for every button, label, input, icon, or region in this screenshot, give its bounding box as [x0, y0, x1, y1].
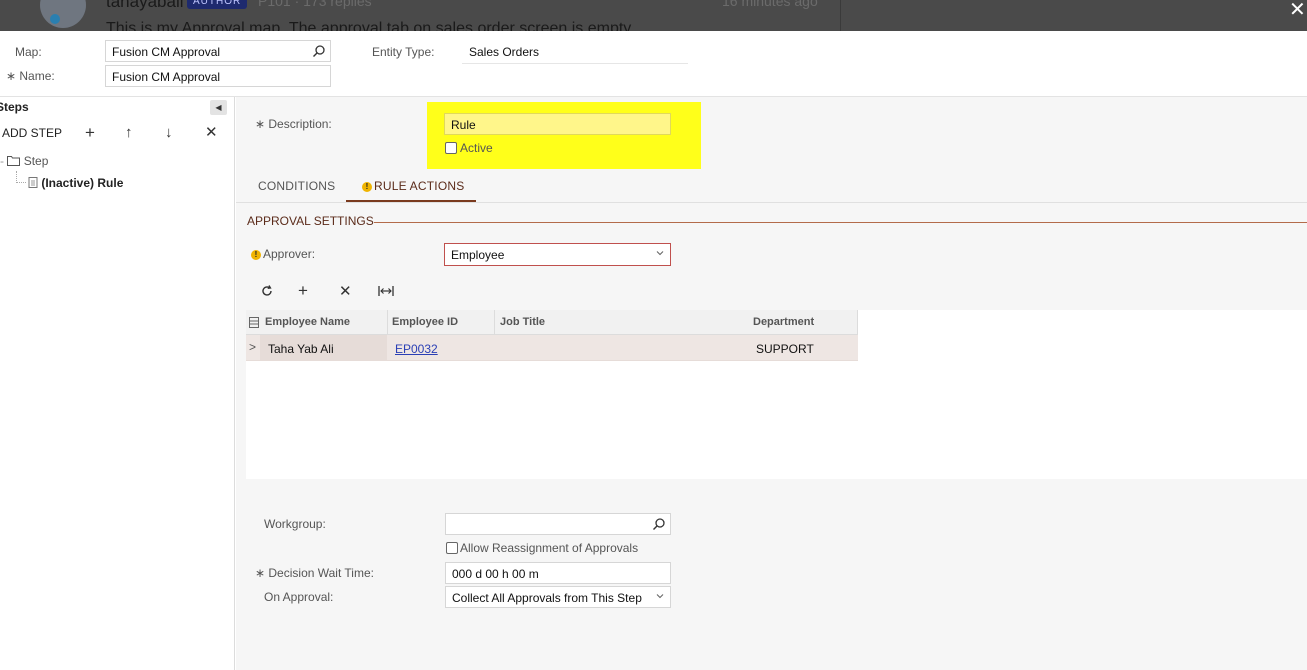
delete-row-icon[interactable]: ✕	[339, 283, 352, 300]
required-marker: ∗	[6, 69, 20, 83]
map-label: Map:	[15, 45, 42, 59]
active-checkbox[interactable]	[445, 142, 457, 154]
required-marker: ∗	[255, 566, 269, 580]
column-header-department[interactable]: Department	[753, 316, 814, 328]
move-up-icon[interactable]: ↑	[125, 124, 133, 141]
add-row-icon[interactable]: +	[298, 282, 308, 299]
on-approval-dropdown[interactable]: Collect All Approvals from This Step	[445, 586, 671, 608]
approval-settings-title: APPROVAL SETTINGS	[247, 214, 374, 228]
chevron-down-icon	[656, 251, 664, 256]
tree-connector	[16, 171, 26, 183]
add-step-button[interactable]: ADD STEP	[2, 126, 62, 140]
grid-header: Employee Name Employee ID Job Title Depa…	[246, 310, 858, 335]
cell-department: SUPPORT	[756, 342, 814, 356]
tree-item-step[interactable]: - Step	[0, 154, 48, 168]
column-divider	[494, 310, 495, 335]
on-approval-value: Collect All Approvals from This Step	[452, 591, 642, 605]
description-label: ∗ Description:	[255, 117, 332, 131]
approver-label-text: Approver:	[263, 247, 316, 261]
decision-wait-label: ∗ Decision Wait Time:	[255, 566, 374, 580]
refresh-icon[interactable]	[260, 284, 274, 298]
workgroup-field[interactable]	[445, 513, 671, 535]
warning-icon: !	[362, 182, 372, 192]
decision-wait-time-field[interactable]: 000 d 00 h 00 m	[445, 562, 671, 584]
tab-rule-actions[interactable]: ! RULE ACTIONS	[362, 179, 464, 193]
map-header: Map: Fusion CM Approval ∗ Name: Fusion C…	[0, 31, 1307, 97]
cell-employee-name: Taha Yab Ali	[268, 342, 334, 356]
column-header-employee-name[interactable]: Employee Name	[265, 316, 350, 328]
name-label: ∗ Name:	[6, 69, 55, 83]
author-badge: AUTHOR	[187, 0, 248, 9]
tree-rule-label: (Inactive) Rule	[41, 176, 124, 190]
row-expand-icon[interactable]: >	[249, 340, 256, 354]
collapse-panel-button[interactable]: ◀	[210, 100, 227, 115]
decision-wait-label-text: Decision Wait Time:	[268, 566, 374, 580]
column-header-employee-id[interactable]: Employee ID	[392, 316, 458, 328]
add-icon[interactable]: +	[85, 124, 95, 141]
tab-conditions[interactable]: CONDITIONS	[258, 179, 335, 193]
search-icon[interactable]	[652, 517, 666, 531]
entity-type-value: Sales Orders	[469, 45, 540, 59]
steps-title: Steps	[0, 100, 29, 114]
delete-icon[interactable]: ✕	[205, 124, 218, 141]
name-value: Fusion CM Approval	[112, 70, 221, 84]
required-marker: ∗	[255, 117, 269, 131]
column-header-job-title[interactable]: Job Title	[500, 316, 545, 328]
allow-reassignment-label: Allow Reassignment of Approvals	[460, 541, 639, 555]
background-post-text: This is my Approval map. The approval ta…	[106, 20, 635, 31]
on-approval-label: On Approval:	[264, 590, 334, 604]
background-page: tahayaball AUTHOR P101 · 173 replies 16 …	[0, 0, 1307, 31]
description-field[interactable]: Rule	[444, 113, 671, 135]
divider	[840, 0, 841, 31]
background-timestamp: 16 minutes ago	[722, 0, 818, 9]
allow-reassignment-checkbox[interactable]	[446, 542, 458, 554]
tree-item-rule[interactable]: (Inactive) Rule	[28, 176, 123, 190]
column-divider	[857, 310, 858, 335]
cell-employee-id-link[interactable]: EP0032	[395, 342, 438, 356]
background-username: tahayaball	[106, 0, 184, 11]
table-row[interactable]: > Taha Yab Ali EP0032 SUPPORT	[246, 335, 858, 361]
divider	[374, 222, 1307, 223]
chevron-down-icon	[656, 594, 664, 599]
close-icon[interactable]: ✕	[1289, 0, 1306, 22]
description-area	[236, 97, 1307, 167]
warning-icon: !	[251, 250, 261, 260]
folder-icon	[7, 156, 21, 166]
tree-step-label: Step	[23, 154, 49, 168]
rule-details: ∗ Description: Rule Active CONDITIONS ! R…	[236, 97, 1307, 670]
map-selector[interactable]: Fusion CM Approval	[105, 40, 331, 62]
workgroup-label: Workgroup:	[264, 517, 326, 531]
column-settings-icon[interactable]	[249, 317, 259, 328]
avatar	[40, 0, 86, 28]
entity-type-label: Entity Type:	[372, 45, 435, 59]
description-label-text: Description:	[268, 117, 332, 131]
rule-tabs: CONDITIONS ! RULE ACTIONS	[236, 169, 1307, 203]
employee-grid: Employee Name Employee ID Job Title Depa…	[246, 310, 1307, 479]
document-icon	[28, 177, 38, 188]
move-down-icon[interactable]: ↓	[165, 124, 173, 141]
decision-wait-value: 000 d 00 h 00 m	[452, 567, 539, 581]
tree-collapse-icon[interactable]: -	[0, 154, 4, 168]
approver-dropdown[interactable]: Employee	[444, 243, 671, 266]
tab-rule-actions-label: RULE ACTIONS	[374, 179, 465, 193]
divider	[462, 63, 688, 64]
approver-value: Employee	[451, 248, 505, 262]
name-field[interactable]: Fusion CM Approval	[105, 65, 331, 87]
name-label-text: Name:	[19, 69, 55, 83]
fit-columns-icon[interactable]	[378, 285, 394, 297]
description-value: Rule	[451, 118, 476, 132]
map-value: Fusion CM Approval	[112, 45, 221, 59]
background-meta: P101 · 173 replies	[258, 0, 372, 9]
column-divider	[387, 310, 388, 335]
active-label: Active	[460, 141, 493, 155]
steps-panel: Steps ◀ ADD STEP + ↑ ↓ ✕ - Step (Inactiv…	[0, 97, 235, 670]
approver-label: ! Approver:	[251, 247, 315, 261]
search-icon[interactable]	[312, 44, 326, 58]
active-tab-indicator	[346, 200, 476, 202]
